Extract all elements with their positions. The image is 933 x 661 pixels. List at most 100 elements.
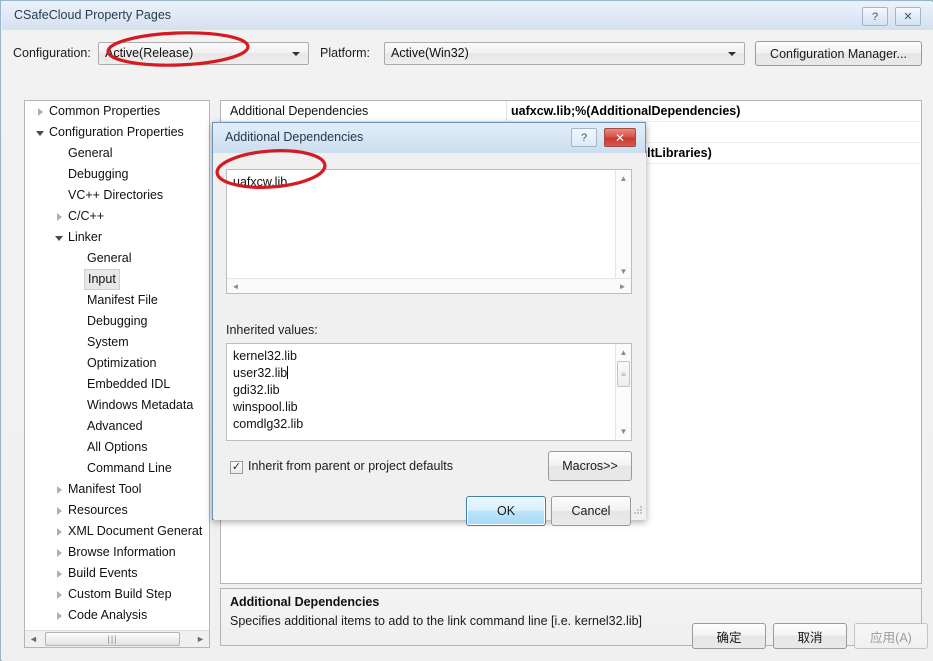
scroll-down-icon[interactable]: ▼ — [616, 264, 631, 279]
configuration-manager-button[interactable]: Configuration Manager... — [755, 41, 922, 66]
scroll-left-icon[interactable]: ◄ — [228, 279, 243, 293]
scroll-up-icon[interactable]: ▲ — [616, 171, 631, 186]
property-grid-row[interactable]: Additional Dependencies uafxcw.lib;%(Addi… — [221, 101, 921, 122]
check-icon: ✓ — [231, 461, 242, 473]
tree-item-build-events[interactable]: Build Events — [25, 563, 209, 584]
inherit-checkbox[interactable]: ✓ — [230, 461, 243, 474]
tree-item-general[interactable]: General — [25, 248, 209, 269]
triangle-glyph — [56, 569, 62, 578]
configuration-combobox[interactable]: Active(Release) — [98, 42, 309, 65]
scroll-up-icon[interactable]: ▲ — [616, 345, 631, 360]
tree-item-browse-information[interactable]: Browse Information — [25, 542, 209, 563]
dependencies-horizontal-scrollbar[interactable]: ◄ ► — [227, 278, 631, 293]
tree-item-windows-metadata[interactable]: Windows Metadata — [25, 395, 209, 416]
tree-item-common-properties[interactable]: Common Properties — [25, 101, 209, 122]
platform-combobox[interactable]: Active(Win32) — [384, 42, 745, 65]
tree-item-label: VC++ Directories — [68, 188, 164, 202]
inherited-value-line: kernel32.lib — [233, 348, 303, 365]
resize-grip-icon[interactable] — [631, 505, 643, 517]
dialog-cancel-button[interactable]: Cancel — [551, 496, 631, 526]
help-button[interactable]: ? — [862, 7, 888, 26]
text-caret — [287, 366, 289, 379]
inherited-value-text: comdlg32.lib — [233, 417, 304, 431]
scroll-down-icon[interactable]: ▼ — [616, 424, 631, 439]
triangle-glyph — [55, 236, 63, 241]
dialog-close-button[interactable]: ✕ — [604, 128, 636, 147]
chevron-right-icon[interactable] — [52, 500, 66, 521]
tree-item-label: Configuration Properties — [49, 125, 184, 139]
chevron-down-icon[interactable] — [33, 122, 47, 143]
macros-button[interactable]: Macros>> — [548, 451, 632, 481]
tree-item-manifest-file[interactable]: Manifest File — [25, 290, 209, 311]
chevron-down-icon[interactable] — [52, 227, 66, 248]
platform-value: Active(Win32) — [391, 46, 469, 60]
chevron-right-icon[interactable] — [52, 563, 66, 584]
scroll-right-icon[interactable]: ► — [615, 279, 630, 293]
chevron-right-icon[interactable] — [33, 101, 47, 122]
chevron-right-icon[interactable] — [52, 206, 66, 227]
tree-item-optimization[interactable]: Optimization — [25, 353, 209, 374]
configuration-label: Configuration: — [13, 46, 91, 60]
configuration-value: Active(Release) — [105, 46, 194, 60]
tree-item-input[interactable]: Input — [25, 269, 209, 290]
inherited-vscroll-thumb[interactable]: ≡ — [617, 361, 630, 387]
tree-item-label: XML Document Generat — [68, 524, 203, 538]
inherited-value-line: comdlg32.lib — [233, 416, 303, 433]
inherited-value-text: user32.lib — [233, 366, 288, 380]
inherited-values-text: kernel32.lib user32.lib gdi32.lib winspool.… — [233, 348, 303, 433]
apply-button: 应用(A) — [854, 623, 928, 649]
tree-item-label: System — [87, 335, 129, 349]
properties-tree[interactable]: Common Properties Configuration Propertie… — [24, 100, 210, 648]
tree-item-xml-document-generat[interactable]: XML Document Generat — [25, 521, 209, 542]
tree-item-command-line[interactable]: Command Line — [25, 458, 209, 479]
tree-item-linker[interactable]: Linker — [25, 227, 209, 248]
property-value: uafxcw.lib;%(AdditionalDependencies) — [511, 104, 741, 118]
tree-item-label: Windows Metadata — [87, 398, 194, 412]
inherited-value-text: kernel32.lib — [233, 349, 297, 363]
triangle-glyph — [56, 548, 62, 557]
question-mark-icon: ? — [580, 131, 588, 144]
chevron-right-icon[interactable] — [52, 584, 66, 605]
tree-item-resources[interactable]: Resources — [25, 500, 209, 521]
tree-item-advanced[interactable]: Advanced — [25, 416, 209, 437]
triangle-glyph — [37, 107, 43, 116]
tree-item-general[interactable]: General — [25, 143, 209, 164]
ok-button[interactable]: 确定 — [692, 623, 766, 649]
triangle-glyph — [56, 506, 62, 515]
tree-item-configuration-properties[interactable]: Configuration Properties — [25, 122, 209, 143]
window-titlebar: CSafeCloud Property Pages ? ✕ — [2, 2, 933, 30]
dependencies-textarea[interactable]: uafxcw.lib ▲ ▼ ◄ ► — [226, 169, 632, 294]
tree-item-custom-build-step[interactable]: Custom Build Step — [25, 584, 209, 605]
tree-item-debugging[interactable]: Debugging — [25, 164, 209, 185]
tree-item-debugging[interactable]: Debugging — [25, 311, 209, 332]
tree-items-container: Common Properties Configuration Propertie… — [25, 101, 209, 629]
chevron-right-icon[interactable] — [52, 479, 66, 500]
dependencies-vertical-scrollbar[interactable]: ▲ ▼ — [615, 170, 631, 280]
tree-item-label: Advanced — [87, 419, 143, 433]
tree-item-system[interactable]: System — [25, 332, 209, 353]
inherited-value-line: user32.lib — [233, 365, 303, 382]
inherited-vertical-scrollbar[interactable]: ▲ ≡ ▼ — [615, 344, 631, 440]
tree-item-label: Linker — [68, 230, 103, 244]
close-window-button[interactable]: ✕ — [895, 7, 921, 26]
description-title: Additional Dependencies — [230, 595, 380, 609]
tree-item-all-options[interactable]: All Options — [25, 437, 209, 458]
dialog-ok-button[interactable]: OK — [466, 496, 546, 526]
tree-item-label: Resources — [68, 503, 128, 517]
triangle-glyph — [56, 485, 62, 494]
chevron-right-icon[interactable] — [52, 521, 66, 542]
close-icon: ✕ — [614, 130, 626, 145]
chevron-right-icon[interactable] — [52, 542, 66, 563]
inherited-values-list[interactable]: kernel32.lib user32.lib gdi32.lib winspool.… — [226, 343, 632, 441]
dialog-help-button[interactable]: ? — [571, 128, 597, 147]
tree-item-c-c[interactable]: C/C++ — [25, 206, 209, 227]
tree-item-vc-directories[interactable]: VC++ Directories — [25, 185, 209, 206]
inherited-value-line: gdi32.lib — [233, 382, 303, 399]
tree-item-embedded-idl[interactable]: Embedded IDL — [25, 374, 209, 395]
cancel-button[interactable]: 取消 — [773, 623, 847, 649]
tree-item-label: Build Events — [68, 566, 138, 580]
tree-item-manifest-tool[interactable]: Manifest Tool — [25, 479, 209, 500]
tree-item-label: Common Properties — [49, 104, 161, 118]
tree-item-label: All Options — [87, 440, 148, 454]
tree-item-label: Custom Build Step — [68, 587, 172, 601]
